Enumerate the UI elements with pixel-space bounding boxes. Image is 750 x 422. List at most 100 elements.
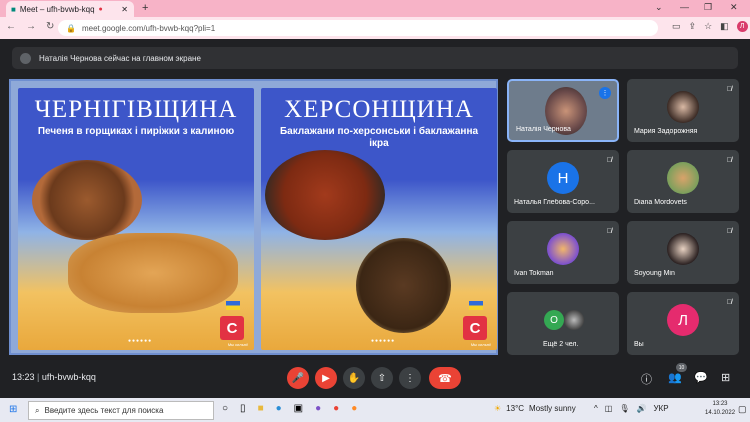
tab-title: Meet – ufh-bvwb-kqq	[19, 4, 95, 14]
logo-text: Мы сильні!	[470, 342, 491, 347]
mic-off-icon: 🎙̸	[726, 86, 732, 93]
task-view-icon[interactable]: ○	[222, 403, 228, 414]
end-call-button[interactable]: ☎	[429, 367, 461, 389]
self-tile[interactable]: Л 🎙̸ Вы	[627, 292, 739, 355]
search-icon: ⌕	[35, 405, 40, 415]
system-tray: ^ ◫ 🎙 🔊 УКР	[594, 404, 669, 413]
weather-widget[interactable]: ☀ 13°C Mostly sunny	[494, 404, 576, 413]
taskbar-search-input[interactable]: ⌕ Введите здесь текст для поиска	[28, 401, 214, 420]
search-placeholder: Введите здесь текст для поиска	[44, 406, 164, 415]
participant-tile[interactable]: 🎙̸ Ivan Tokman	[507, 221, 619, 284]
meet-favicon-icon: ■	[11, 4, 16, 14]
mic-tray-icon[interactable]: 🎙	[619, 404, 629, 413]
camera-status-icon[interactable]: ▭	[672, 21, 681, 32]
participant-name: Ещё 2 чел.	[543, 341, 579, 348]
weather-text: Mostly sunny	[529, 404, 576, 413]
back-icon[interactable]: ←	[6, 21, 16, 32]
channel-logo: C	[463, 316, 487, 340]
close-tab-icon[interactable]: ✕	[121, 5, 128, 14]
close-window-icon[interactable]: ✕	[730, 2, 738, 13]
tray-arrow-icon[interactable]: ^	[594, 404, 598, 413]
mic-toggle-button[interactable]: 🎤	[287, 367, 309, 389]
language-indicator[interactable]: УКР	[653, 404, 668, 413]
network-icon[interactable]: ◫	[605, 404, 613, 413]
maximize-icon[interactable]: ❐	[704, 2, 712, 13]
widgets-icon[interactable]: ▯	[240, 403, 246, 414]
chrome-icon[interactable]: ●	[333, 403, 339, 414]
stew-dish-image	[265, 150, 385, 240]
mic-off-icon: 🎙̸	[726, 299, 732, 306]
windows-start-icon[interactable]: ⊞	[9, 404, 17, 415]
sun-icon: ☀	[494, 404, 502, 413]
more-options-button[interactable]: ⋮	[399, 367, 421, 389]
minimize-icon[interactable]: —	[680, 2, 689, 12]
clock-time: 13:23	[712, 401, 728, 407]
presentation-banner: Наталія Чернова сейчас на главном экране	[12, 47, 738, 69]
store-icon[interactable]: ▣	[294, 403, 303, 414]
participant-tile[interactable]: ⋮ Наталія Чернова	[507, 79, 619, 142]
participant-name: Soyoung Min	[634, 270, 675, 277]
mic-off-icon: 🎙̸	[606, 228, 612, 235]
forward-icon[interactable]: →	[26, 21, 36, 32]
speaking-indicator-icon: ⋮	[599, 87, 611, 99]
share-icon[interactable]: ⇪	[689, 21, 697, 32]
people-icon[interactable]: 👥	[668, 371, 682, 384]
participant-tile[interactable]: 🎙̸ Diana Mordovets	[627, 150, 739, 213]
file-explorer-icon[interactable]: ■	[258, 403, 264, 414]
jar-image	[356, 238, 451, 333]
participant-avatar: O	[544, 310, 565, 331]
participant-name: Мария Задорожняя	[634, 128, 698, 135]
mic-off-icon: 🎙̸	[726, 157, 732, 164]
address-bar[interactable]: 🔒 meet.google.com/ufh-bvwb-kqq?pli=1	[58, 20, 658, 36]
reload-icon[interactable]: ↻	[46, 21, 54, 32]
participant-tile[interactable]: Н 🎙̸ Наталья Глебова-Соро...	[507, 150, 619, 213]
tab-search-icon[interactable]: ⌄	[655, 2, 663, 13]
participant-photo	[667, 233, 699, 266]
participant-name: Вы	[634, 341, 644, 348]
participant-name: Наталія Чернова	[516, 126, 571, 133]
bookmark-star-icon[interactable]: ☆	[704, 21, 712, 32]
banner-text: Наталія Чернова сейчас на главном экране	[39, 53, 201, 63]
present-button[interactable]: ⇧	[371, 367, 393, 389]
participant-tile[interactable]: 🎙̸ Мария Задорожняя	[627, 79, 739, 142]
slide-dots: ●●●●●●	[371, 338, 396, 344]
ukraine-flag-icon	[469, 301, 483, 310]
mic-off-icon: 🎤	[291, 372, 305, 384]
pastries-image	[68, 233, 238, 313]
clock-date: 14.10.2022	[705, 410, 736, 416]
participant-tile[interactable]: 🎙̸ Soyoung Min	[627, 221, 739, 284]
taskbar-clock[interactable]: 13:23 14.10.2022	[705, 400, 735, 418]
profile-avatar[interactable]: Л	[736, 21, 748, 32]
participant-photo	[667, 91, 699, 124]
activities-icon[interactable]: ⊞	[721, 371, 730, 384]
more-dots-icon: ⋮	[405, 372, 415, 384]
slide-subtitle: Печеня в горщиках і пиріжки з калиною	[37, 126, 235, 137]
raise-hand-button[interactable]: ✋	[343, 367, 365, 389]
new-tab-button[interactable]: +	[142, 2, 148, 14]
participant-count-badge: 10	[676, 363, 687, 372]
nav-buttons: ← → ↻	[6, 21, 54, 32]
participant-name: Diana Mordovets	[634, 199, 687, 206]
volume-icon[interactable]: 🔊	[636, 404, 646, 413]
mic-off-icon: 🎙̸	[726, 228, 732, 235]
self-avatar: Л	[667, 304, 699, 337]
slide-kherson: ХЕРСОНЩИНА Баклажани по-херсонськи і бак…	[261, 88, 497, 350]
viber-icon[interactable]: ●	[315, 403, 321, 414]
camera-toggle-button[interactable]: ▶	[315, 367, 337, 389]
firefox-icon[interactable]: ●	[351, 403, 357, 414]
edge-icon[interactable]: ●	[276, 403, 282, 414]
more-participants-tile[interactable]: O Ещё 2 чел.	[507, 292, 619, 355]
meeting-details-icon[interactable]: ⓘ	[641, 371, 652, 387]
sidebar-icon[interactable]: ◧	[720, 21, 729, 32]
browser-tab[interactable]: ■ Meet – ufh-bvwb-kqq ● ✕	[6, 1, 134, 17]
url-text: meet.google.com/ufh-bvwb-kqq?pli=1	[81, 23, 216, 33]
hand-icon: ✋	[347, 372, 361, 384]
notifications-icon[interactable]: ▢	[738, 404, 747, 415]
presenter-avatar	[20, 52, 31, 64]
chat-icon[interactable]: 💬	[694, 371, 708, 384]
slide-dots: ●●●●●●	[128, 338, 153, 344]
logo-text: Мы сильні!	[227, 342, 248, 347]
participant-photo	[667, 162, 699, 195]
mic-off-icon: 🎙̸	[606, 157, 612, 164]
participant-name: Ivan Tokman	[514, 270, 554, 277]
